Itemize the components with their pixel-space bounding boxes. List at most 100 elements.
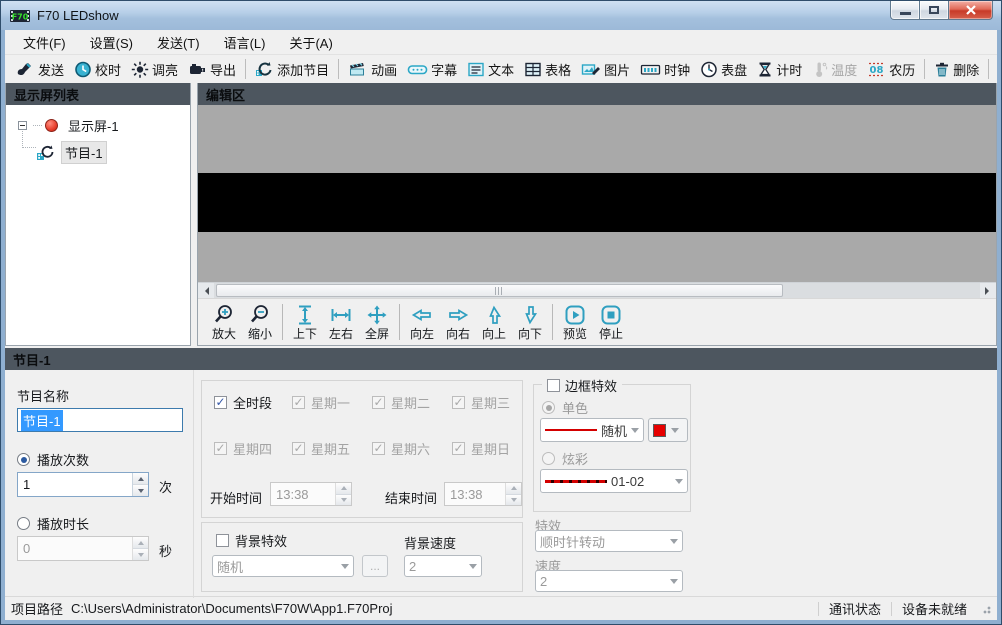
spinner-up-button[interactable] [506, 483, 521, 495]
single-color-radio[interactable] [542, 401, 555, 414]
scrollbar-thumb[interactable] [216, 284, 783, 297]
zoom-out-button[interactable]: 缩小 [242, 304, 278, 340]
scroll-right-button[interactable] [980, 283, 996, 298]
play-count-spinner[interactable]: 1 [17, 472, 149, 497]
multi-color-radio[interactable] [542, 452, 555, 465]
thursday-checkbox[interactable]: ✓ [214, 442, 227, 455]
single-color-effect-dropdown[interactable]: 随机 [540, 418, 644, 442]
toolbar-brightness-button[interactable]: 调亮 [126, 58, 183, 81]
border-speed-dropdown[interactable]: 2 [535, 570, 683, 592]
spinner-down-button[interactable] [133, 549, 148, 560]
toolbar-clock-dial-button[interactable]: 表盘 [695, 58, 752, 81]
menu-settings[interactable]: 设置(S) [78, 30, 145, 55]
toolbar-send-button[interactable]: 发送 [11, 58, 69, 81]
multi-color-dropdown[interactable]: 01-02 [540, 469, 688, 493]
toolbar-text-button[interactable]: 文本 [462, 58, 519, 81]
column-divider [193, 370, 194, 598]
toolbar-picture-button[interactable]: 图片 [576, 58, 635, 81]
toolbar-table-button[interactable]: 表格 [519, 58, 576, 81]
clock-dial-icon [700, 61, 718, 78]
monday-checkbox[interactable]: ✓ [292, 396, 305, 409]
spinner-down-button[interactable] [506, 495, 521, 506]
close-button[interactable] [949, 1, 993, 20]
toolbar-label: 字幕 [431, 60, 457, 79]
tuesday-label: 星期二 [391, 393, 430, 412]
play-count-unit: 次 [159, 477, 172, 496]
play-duration-radio[interactable] [17, 517, 30, 530]
stop-button[interactable]: 停止 [593, 304, 629, 340]
wednesday-label: 星期三 [471, 393, 510, 412]
friday-checkbox[interactable]: ✓ [292, 442, 305, 455]
play-duration-label: 播放时长 [37, 514, 89, 533]
preview-button[interactable]: 预览 [557, 304, 593, 340]
menu-send[interactable]: 发送(T) [145, 30, 212, 55]
background-speed-dropdown[interactable]: 2 [404, 555, 482, 577]
move-left-button[interactable]: 向左 [404, 304, 440, 340]
saturday-checkbox[interactable]: ✓ [372, 442, 385, 455]
scrollbar-track[interactable] [214, 283, 980, 298]
tool-label: 全屏 [365, 328, 389, 340]
menu-language[interactable]: 语言(L) [212, 30, 278, 55]
zoom-in-button[interactable]: 放大 [206, 304, 242, 340]
horizontal-scrollbar[interactable] [198, 282, 996, 298]
menu-about[interactable]: 关于(A) [277, 30, 344, 55]
background-effect-checkbox[interactable] [216, 534, 229, 547]
toolbar-label: 时钟 [664, 60, 690, 79]
tree-item-screen[interactable]: 显示屏-1 [65, 115, 122, 136]
title-bar[interactable]: F70 F70 LEDshow [1, 1, 1001, 30]
background-effect-dropdown[interactable]: 随机 [212, 555, 354, 577]
program-name-input[interactable]: 节目-1 [17, 408, 183, 432]
toolbar-label: 导出 [210, 60, 236, 79]
toolbar-lunar-button[interactable]: 08 农历 [862, 58, 920, 81]
play-count-radio[interactable] [17, 453, 30, 466]
toolbar-temperature-button[interactable]: 温度 [807, 58, 862, 81]
led-screen-band[interactable] [198, 173, 996, 232]
start-time-spinner[interactable]: 13:38 [270, 482, 352, 506]
toolbar-add-program-button[interactable]: 添加节目 [250, 58, 334, 81]
background-more-button[interactable]: ... [362, 555, 388, 577]
end-time-spinner[interactable]: 13:38 [444, 482, 522, 506]
stretch-horizontal-icon [329, 304, 353, 326]
sunday-checkbox[interactable]: ✓ [452, 442, 465, 455]
all-day-checkbox[interactable]: ✓ [214, 396, 227, 409]
stretch-horizontal-button[interactable]: 左右 [323, 304, 359, 340]
toolbar-digital-clock-button[interactable]: 时钟 [635, 58, 695, 81]
resize-grip-icon[interactable] [981, 604, 991, 614]
scroll-left-button[interactable] [198, 283, 214, 298]
stretch-vertical-button[interactable]: 上下 [287, 304, 323, 340]
tree-collapse-icon[interactable] [18, 121, 27, 130]
move-up-button[interactable]: 向上 [476, 304, 512, 340]
spinner-up-button[interactable] [133, 537, 148, 549]
tree-item-program[interactable]: 节目-1 [61, 141, 107, 164]
maximize-button[interactable] [920, 1, 949, 20]
minimize-button[interactable] [890, 1, 920, 20]
preview-canvas[interactable] [198, 105, 996, 282]
tuesday-checkbox[interactable]: ✓ [372, 396, 385, 409]
move-down-button[interactable]: 向下 [512, 304, 548, 340]
border-effect-checkbox[interactable] [547, 379, 560, 392]
single-color-value: 随机 [601, 421, 631, 440]
check-icon: ✓ [453, 396, 463, 408]
check-icon: ✓ [373, 442, 383, 454]
tool-label: 向上 [482, 328, 506, 340]
menu-file[interactable]: 文件(F) [11, 30, 78, 55]
toolbar-export-button[interactable]: 导出 [183, 58, 241, 81]
display-list-header: 显示屏列表 [6, 83, 190, 105]
spinner-up-button[interactable] [133, 473, 148, 485]
wednesday-checkbox[interactable]: ✓ [452, 396, 465, 409]
toolbar-timesync-button[interactable]: 校时 [69, 58, 126, 81]
border-effect-type-dropdown[interactable]: 顺时针转动 [535, 530, 683, 552]
spinner-up-button[interactable] [336, 483, 351, 495]
play-duration-spinner[interactable]: 0 [17, 536, 149, 561]
fullscreen-button[interactable]: 全屏 [359, 304, 395, 340]
move-down-icon [518, 304, 542, 326]
spinner-down-button[interactable] [133, 485, 148, 496]
border-color-picker[interactable] [648, 418, 688, 442]
toolbar-marquee-button[interactable]: 字幕 [402, 58, 462, 81]
border-speed-value: 2 [540, 574, 670, 589]
toolbar-delete-button[interactable]: 删除 [929, 58, 984, 81]
move-right-button[interactable]: 向右 [440, 304, 476, 340]
toolbar-timer-button[interactable]: 计时 [752, 58, 807, 81]
toolbar-animation-button[interactable]: 动画 [343, 58, 402, 81]
spinner-down-button[interactable] [336, 495, 351, 506]
